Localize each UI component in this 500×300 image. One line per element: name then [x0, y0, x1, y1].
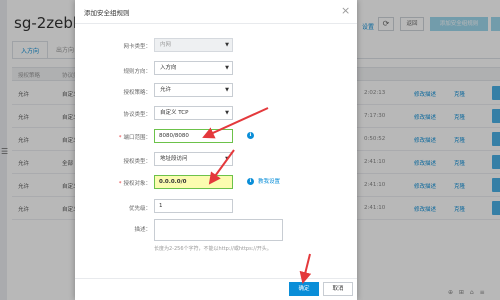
tutorial-link[interactable]: 教我设置 — [258, 177, 280, 185]
protocol-label: 协议类型： — [123, 112, 151, 118]
chevron-down-icon: ▼ — [225, 87, 229, 93]
policy-value: 允许 — [160, 87, 172, 93]
dialog-title: 添加安全组规则 — [84, 9, 130, 17]
policy-label: 授权策略： — [123, 90, 151, 96]
description-textarea[interactable] — [154, 219, 283, 241]
add-rule-dialog: 添加安全组规则 × 网卡类型： 内网 ▼ 规则方向： 入方向 ▼ 授权策略： 允… — [75, 0, 357, 300]
direction-select[interactable]: 入方向 ▼ — [154, 61, 233, 75]
info-icon[interactable]: i — [247, 178, 254, 185]
auth-type-select[interactable]: 地址段访问 ▼ — [154, 152, 233, 166]
auth-object-label: * 授权对象： — [75, 179, 151, 187]
dialog-header: 添加安全组规则 × — [75, 0, 357, 24]
auth-type-label: 授权类型： — [123, 159, 151, 165]
nic-type-label: 网卡类型： — [123, 44, 151, 50]
priority-label: 优先级： — [128, 206, 151, 212]
policy-select[interactable]: 允许 ▼ — [154, 83, 233, 97]
auth-type-value: 地址段访问 — [160, 156, 188, 162]
protocol-value: 自定义 TCP — [160, 110, 189, 116]
port-range-input[interactable]: 8080/8080 — [154, 129, 233, 143]
cancel-button[interactable]: 取消 — [323, 282, 353, 296]
protocol-select[interactable]: 自定义 TCP ▼ — [154, 106, 233, 120]
auth-object-input[interactable]: 0.0.0.0/0 — [154, 175, 233, 189]
priority-input[interactable]: 1 — [154, 199, 233, 213]
nic-type-select: 内网 ▼ — [154, 38, 233, 52]
port-range-label-text: 端口范围： — [123, 135, 151, 141]
chevron-down-icon: ▼ — [225, 65, 229, 71]
auth-object-label-text: 授权对象： — [123, 181, 151, 187]
ok-button[interactable]: 确定 — [289, 282, 319, 296]
direction-label: 规则方向： — [123, 69, 151, 75]
chevron-down-icon: ▼ — [225, 156, 229, 162]
direction-value: 入方向 — [160, 65, 177, 71]
description-label: 描述： — [134, 227, 151, 233]
port-range-label: * 端口范围： — [75, 133, 151, 141]
dialog-footer-divider — [75, 278, 357, 279]
description-hint: 长度为2-256个字符，不能以http://或https://开头。 — [154, 246, 272, 252]
required-marker: * — [118, 135, 122, 141]
required-marker: * — [118, 181, 122, 187]
nic-type-value: 内网 — [160, 42, 172, 48]
chevron-down-icon: ▼ — [225, 42, 229, 48]
close-icon[interactable]: × — [341, 4, 350, 17]
info-icon[interactable]: i — [247, 132, 254, 139]
chevron-down-icon: ▼ — [225, 110, 229, 116]
